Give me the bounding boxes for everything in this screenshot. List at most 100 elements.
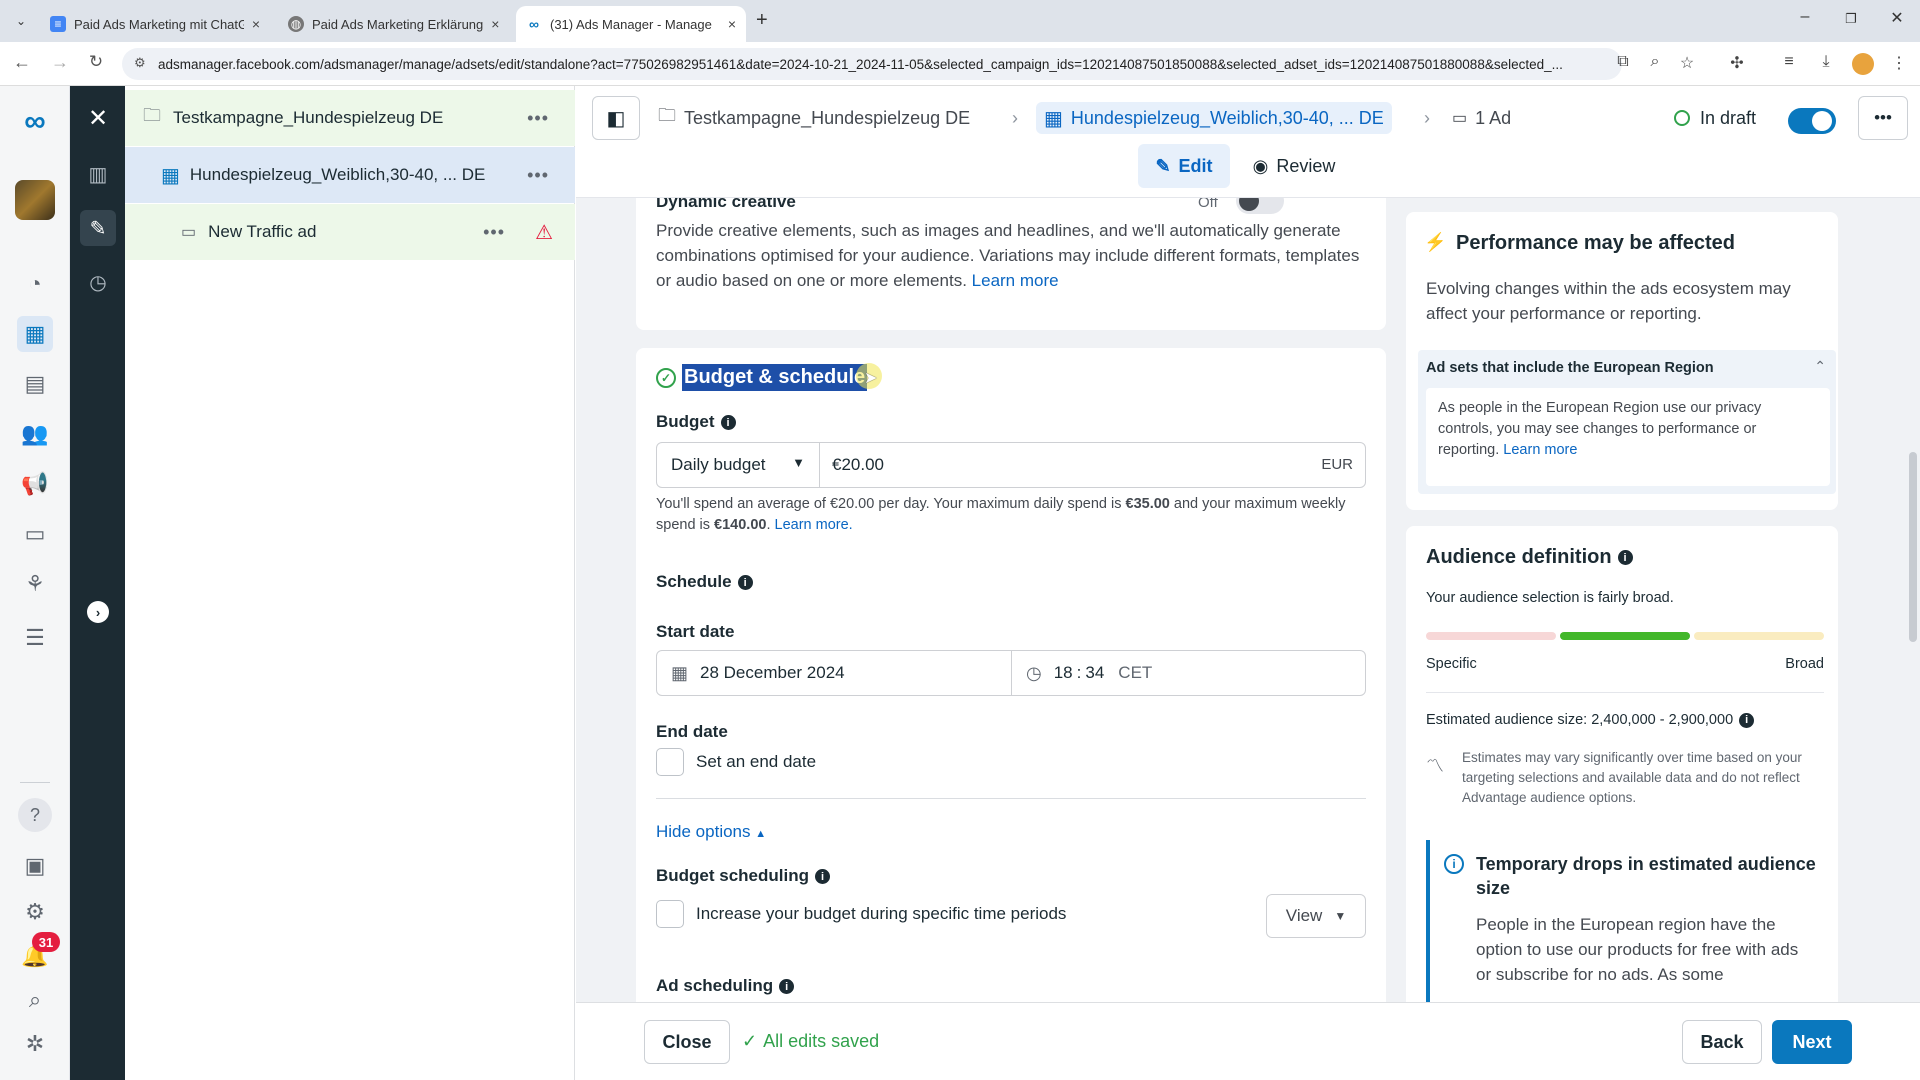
tree-campaign-row[interactable]: 🗀 Testkampagne_Hundespielzeug DE ••• <box>125 90 575 146</box>
tab-edit[interactable]: ✎ Edit <box>1138 144 1230 188</box>
header-more-button[interactable]: ••• <box>1858 96 1908 140</box>
close-editor-icon[interactable]: ✕ <box>80 100 116 136</box>
end-date-checkbox-label[interactable]: Set an end date <box>696 752 816 772</box>
close-tab-icon[interactable]: × <box>244 16 260 32</box>
tree-adset-row[interactable]: ▦ Hundespielzeug_Weiblich,30-40, ... DE … <box>125 147 575 203</box>
info-icon[interactable]: i <box>720 415 736 431</box>
bookmark-star-icon[interactable]: ☆ <box>1676 53 1698 73</box>
install-icon[interactable]: ⧉ <box>1612 53 1634 71</box>
breadcrumb-adset-label: Hundespielzeug_Weiblich,30-40, ... DE <box>1070 107 1384 128</box>
budget-amount-value: €20.00 <box>832 455 884 474</box>
close-button[interactable]: Close <box>644 1020 730 1064</box>
info-icon[interactable]: i <box>737 575 753 591</box>
start-date-label: Start date <box>656 622 735 641</box>
browser-tab-active[interactable]: ∞ (31) Ads Manager - Manage ad × <box>516 6 746 42</box>
budget-scheduling-checkbox-label[interactable]: Increase your budget during specific tim… <box>696 904 1066 924</box>
zoom-icon[interactable]: ⌕ <box>1644 53 1666 71</box>
account-avatar[interactable] <box>15 180 55 220</box>
reload-icon[interactable]: ↻ <box>84 52 108 72</box>
scrollbar-track[interactable] <box>1906 198 1920 1002</box>
editor-footer: Close ✓ All edits saved Back Next <box>576 1002 1920 1080</box>
toggle-panel-icon[interactable]: ◧ <box>592 96 640 140</box>
hide-options-link[interactable]: Hide options ▲ <box>656 822 766 842</box>
ad-more-icon[interactable]: ••• <box>483 222 505 243</box>
start-date-input[interactable]: ▦ 28 December 2024 <box>656 650 1012 696</box>
close-tab-icon[interactable]: × <box>720 16 736 32</box>
publish-toggle[interactable] <box>1788 108 1836 134</box>
performance-title: Performance may be affected <box>1456 232 1736 254</box>
back-arrow-icon[interactable]: ← <box>10 52 34 73</box>
ad-scheduling-label: Ad scheduling i <box>656 976 795 996</box>
billing-card-icon[interactable]: ▭ <box>17 516 53 552</box>
info-icon[interactable]: i <box>779 979 795 995</box>
spend-text: You'll spend an average of €20.00 per da… <box>656 496 1126 512</box>
tree-ad-row[interactable]: ▭ New Traffic ad ••• ⚠ <box>125 204 575 260</box>
expand-panel-icon[interactable]: › <box>87 601 109 623</box>
info-icon[interactable]: i <box>1617 550 1633 566</box>
learn-more-link[interactable]: Learn more. <box>775 517 853 533</box>
site-settings-icon[interactable]: ⚙ <box>134 55 146 71</box>
dashboard-gauge-icon[interactable]: ◔ <box>17 266 53 302</box>
next-button[interactable]: Next <box>1772 1020 1852 1064</box>
adset-more-icon[interactable]: ••• <box>527 165 549 186</box>
window-close-icon[interactable]: ✕ <box>1882 8 1912 28</box>
megaphone-icon[interactable]: 📢 <box>17 466 53 502</box>
campaigns-table-icon[interactable]: ▦ <box>17 316 53 352</box>
learn-more-link[interactable]: Learn more <box>1503 442 1577 458</box>
breadcrumb-chevron-icon: › <box>1012 107 1018 128</box>
help-icon[interactable]: ? <box>18 798 52 832</box>
breadcrumb-adset[interactable]: ▦ Hundespielzeug_Weiblich,30-40, ... DE <box>1036 102 1392 134</box>
budget-amount-input[interactable]: €20.00 EUR <box>819 442 1366 488</box>
budget-type-select[interactable]: Daily budget ▼ <box>656 442 820 488</box>
download-icon[interactable]: ⤓ <box>1815 53 1837 71</box>
tab-search-icon[interactable]: ⌄ <box>10 10 32 32</box>
divider <box>1426 692 1824 693</box>
search-icon[interactable]: ⌕ <box>17 982 53 1018</box>
meta-logo-icon[interactable]: ∞ <box>17 104 53 140</box>
guide-icon[interactable]: ▣ <box>17 848 53 884</box>
temporary-drops-notice: i Temporary drops in estimated audience … <box>1426 840 1824 1002</box>
url-field[interactable]: ⚙ adsmanager.facebook.com/adsmanager/man… <box>122 48 1622 80</box>
toggle-knob <box>1239 198 1259 211</box>
browser-menu-icon[interactable]: ⋮ <box>1888 53 1910 73</box>
globe-icon: ◍ <box>288 16 304 32</box>
info-icon[interactable]: i <box>815 869 830 885</box>
close-tab-icon[interactable]: × <box>483 16 499 32</box>
browser-tab[interactable]: ◍ Paid Ads Marketing Erklärung × <box>278 6 508 42</box>
dynamic-creative-toggle[interactable] <box>1236 198 1284 214</box>
restore-icon[interactable]: ❐ <box>1836 11 1866 27</box>
breadcrumb-ad[interactable]: ▭ 1 Ad <box>1452 102 1511 134</box>
learn-more-link[interactable]: Learn more <box>972 271 1059 290</box>
profile-avatar[interactable] <box>1852 53 1874 75</box>
end-date-checkbox[interactable] <box>656 748 684 776</box>
browser-tab[interactable]: ≡ Paid Ads Marketing mit ChatGPT × <box>40 6 270 42</box>
scrollbar-thumb[interactable] <box>1909 452 1917 642</box>
view-dropdown-button[interactable]: View ▼ <box>1266 894 1366 938</box>
bug-report-icon[interactable]: ✲ <box>17 1026 53 1062</box>
ad-scheduling-text: Ad scheduling <box>656 976 774 995</box>
new-tab-button[interactable]: + <box>756 9 768 32</box>
collapse-chevron-icon[interactable]: ⌃ <box>1814 358 1826 375</box>
tab-review[interactable]: ◉ Review <box>1242 144 1346 188</box>
forward-arrow-icon[interactable]: → <box>48 52 72 73</box>
back-button[interactable]: Back <box>1682 1020 1762 1064</box>
start-time-input[interactable]: ◷ 18 : 34 CET <box>1011 650 1366 696</box>
settings-gear-icon[interactable]: ⚙ <box>17 894 53 930</box>
start-time-minute[interactable]: 34 <box>1085 663 1104 683</box>
budget-scheduling-checkbox[interactable] <box>656 900 684 928</box>
campaign-more-icon[interactable]: ••• <box>527 108 549 129</box>
media-icon[interactable]: ≡ <box>1778 53 1800 71</box>
charts-icon[interactable]: ▥ <box>80 156 116 192</box>
audiences-icon[interactable]: 👥 <box>17 416 53 452</box>
all-tools-menu-icon[interactable]: ☰ <box>17 620 53 656</box>
edit-pencil-icon[interactable]: ✎ <box>80 210 116 246</box>
european-region-body: As people in the European Region use our… <box>1426 388 1830 486</box>
minimize-icon[interactable]: – <box>1790 8 1820 26</box>
reports-icon[interactable]: ▤ <box>17 366 53 402</box>
info-icon[interactable]: i <box>1739 712 1755 728</box>
breadcrumb-campaign[interactable]: 🗀 Testkampagne_Hundespielzeug DE <box>658 102 970 134</box>
start-time-hour[interactable]: 18 <box>1054 663 1073 683</box>
extensions-icon[interactable]: ✣ <box>1726 53 1748 73</box>
events-manager-icon[interactable]: ⚘ <box>17 566 53 602</box>
history-clock-icon[interactable]: ◷ <box>80 264 116 300</box>
